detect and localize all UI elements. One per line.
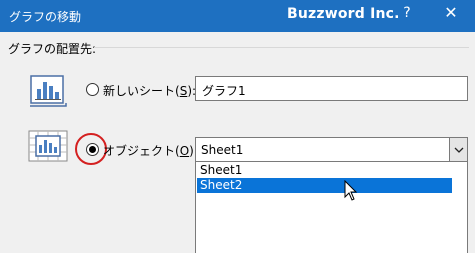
- brand-watermark: Buzzword Inc.: [287, 6, 400, 22]
- mouse-pointer-icon: [344, 179, 358, 205]
- select-current-value: Sheet1: [201, 143, 244, 157]
- section-divider: [94, 47, 469, 48]
- new-sheet-name-input[interactable]: グラフ1: [195, 76, 468, 101]
- dialog-title: グラフの移動: [9, 10, 82, 24]
- new-sheet-label[interactable]: 新しいシート(S):: [103, 82, 196, 99]
- object-radio[interactable]: [86, 143, 99, 156]
- new-sheet-radio[interactable]: [86, 83, 99, 96]
- select-dropdown-button[interactable]: [449, 138, 467, 161]
- help-button[interactable]: ?: [397, 5, 417, 21]
- sheet-dropdown-list[interactable]: Sheet1 Sheet2: [195, 161, 468, 253]
- dropdown-option-sheet2[interactable]: Sheet2: [197, 178, 452, 193]
- dropdown-option-sheet1[interactable]: Sheet1: [197, 163, 452, 178]
- section-label-placement: グラフの配置先:: [8, 42, 97, 56]
- embedded-chart-icon: [28, 130, 70, 167]
- object-label[interactable]: オブジェクト(O):: [103, 142, 198, 159]
- object-sheet-select[interactable]: Sheet1: [195, 137, 468, 162]
- dialog-titlebar[interactable]: グラフの移動 Buzzword Inc. ? ✕: [0, 0, 475, 32]
- chevron-down-icon: [454, 147, 463, 153]
- close-button[interactable]: ✕: [438, 3, 464, 22]
- radio-selected-dot: [89, 146, 96, 153]
- new-sheet-chart-icon: [28, 74, 68, 113]
